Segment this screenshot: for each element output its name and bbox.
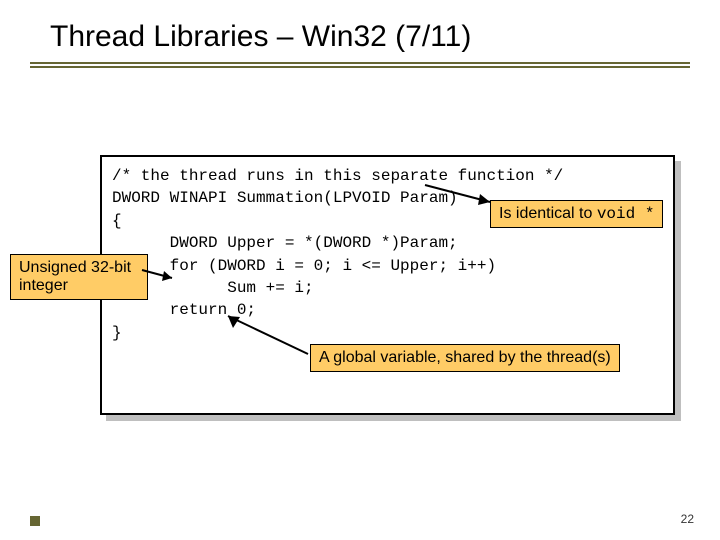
page-number: 22: [681, 512, 694, 526]
callout-text: Unsigned 32-bit integer: [19, 259, 139, 294]
footer-marker: [30, 516, 40, 526]
code-block: /* the thread runs in this separate func…: [100, 155, 675, 415]
callout-code: void *: [597, 205, 655, 223]
title-divider: [30, 62, 690, 72]
page-title: Thread Libraries – Win32 (7/11): [0, 0, 720, 62]
code-line: return 0;: [112, 299, 663, 321]
callout-text: Is identical to: [499, 205, 597, 222]
callout-global-var: A global variable, shared by the thread(…: [310, 344, 620, 372]
callout-unsigned-int: Unsigned 32-bit integer: [10, 254, 148, 300]
code-line: /* the thread runs in this separate func…: [112, 165, 663, 187]
code-line: }: [112, 322, 663, 344]
callout-text: A global variable, shared by the thread(…: [319, 349, 611, 366]
code-line: for (DWORD i = 0; i <= Upper; i++): [112, 255, 663, 277]
callout-void-ptr: Is identical to void *: [490, 200, 663, 228]
code-line: DWORD Upper = *(DWORD *)Param;: [112, 232, 663, 254]
code-line: Sum += i;: [112, 277, 663, 299]
